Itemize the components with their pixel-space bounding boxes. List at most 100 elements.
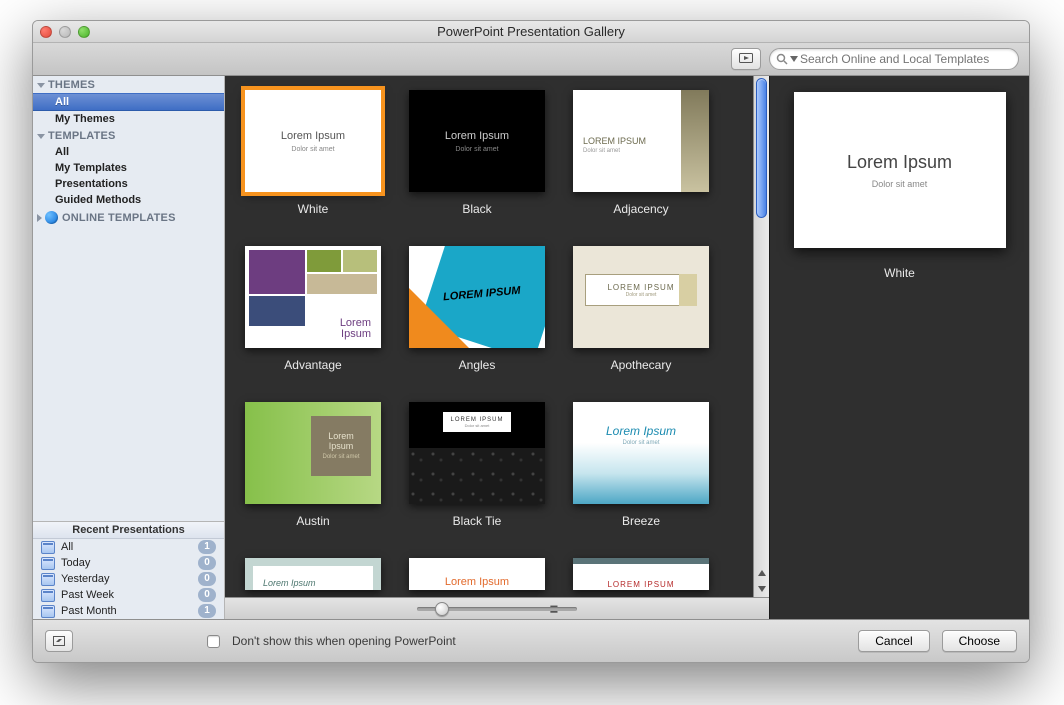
preview-thumbnail: Lorem Ipsum Dolor sit amet (794, 92, 1006, 248)
recent-item-past-week[interactable]: Past Week 0 (33, 587, 224, 603)
calendar-icon (41, 573, 55, 586)
template-thumbnail: LOREM IPSUM (409, 246, 545, 348)
count-badge: 0 (198, 556, 216, 570)
window-title: PowerPoint Presentation Gallery (33, 24, 1029, 39)
calendar-icon (41, 605, 55, 618)
gallery-scrollbar[interactable] (753, 76, 769, 597)
gallery-area: Lorem Ipsum Dolor sit amet White Lorem I… (225, 76, 769, 619)
disclosure-triangle-icon (37, 134, 45, 139)
thumbnail-zoom-bar: ▫ ◼ (225, 597, 769, 619)
template-label: Apothecary (611, 358, 672, 372)
template-black[interactable]: Lorem Ipsum Dolor sit amet Black (405, 90, 549, 216)
panel-toggle-icon (53, 636, 65, 646)
template-label: Black Tie (453, 514, 502, 528)
template-label: Breeze (622, 514, 660, 528)
template-partial-2[interactable]: Lorem Ipsum (405, 558, 549, 590)
template-breeze[interactable]: Lorem Ipsum Dolor sit amet Breeze (569, 402, 713, 528)
globe-icon (45, 211, 58, 224)
recent-item-past-month[interactable]: Past Month 1 (33, 603, 224, 619)
template-partial-1[interactable]: Lorem Ipsum (241, 558, 385, 590)
count-badge: 0 (198, 588, 216, 602)
online-templates-section-header[interactable]: ONLINE TEMPLATES (33, 208, 224, 226)
scroll-up-button[interactable] (754, 565, 769, 581)
panel-toggle-button[interactable] (45, 630, 73, 652)
search-menu-chevron-icon[interactable] (790, 56, 798, 62)
zoom-button[interactable] (78, 26, 90, 38)
sidebar: THEMES All My Themes TEMPLATES All My Te… (33, 76, 225, 619)
template-grid: Lorem Ipsum Dolor sit amet White Lorem I… (225, 76, 753, 597)
template-thumbnail: LOREM IPSUM (573, 558, 709, 590)
template-thumbnail: LoremIpsumDolor sit amet (245, 402, 381, 504)
preview-subtitle-text: Dolor sit amet (872, 179, 928, 189)
template-apothecary[interactable]: LOREM IPSUMDolor sit amet Apothecary (569, 246, 713, 372)
dont-show-checkbox[interactable] (207, 635, 220, 648)
sidebar-item-templates-all[interactable]: All (33, 144, 224, 160)
dont-show-label: Don't show this when opening PowerPoint (232, 634, 456, 648)
template-thumbnail: Lorem Ipsum Dolor sit amet (573, 402, 709, 504)
online-templates-header-label: ONLINE TEMPLATES (62, 212, 176, 224)
scrollbar-thumb[interactable] (756, 78, 767, 218)
template-white[interactable]: Lorem Ipsum Dolor sit amet White (241, 90, 385, 216)
recent-item-today[interactable]: Today 0 (33, 555, 224, 571)
sidebar-item-themes-all[interactable]: All (33, 93, 224, 111)
content: THEMES All My Themes TEMPLATES All My Te… (33, 76, 1029, 619)
themes-section-header[interactable]: THEMES (33, 76, 224, 93)
toolbar (33, 43, 1029, 76)
template-adjacency[interactable]: Lorem Ipsum Dolor sit amet Adjacency (569, 90, 713, 216)
slideshow-icon (739, 53, 753, 65)
preview-label: White (884, 266, 915, 280)
close-button[interactable] (40, 26, 52, 38)
preview-title-text: Lorem Ipsum (847, 152, 952, 173)
template-thumbnail: LOREM IPSUMDolor sit amet (409, 402, 545, 504)
template-thumbnail: LOREM IPSUMDolor sit amet (573, 246, 709, 348)
calendar-icon (41, 557, 55, 570)
count-badge: 1 (198, 604, 216, 618)
minimize-button[interactable] (59, 26, 71, 38)
calendar-icon (41, 589, 55, 602)
sidebar-item-guided-methods[interactable]: Guided Methods (33, 192, 224, 208)
search-field[interactable] (769, 48, 1019, 70)
themes-header-label: THEMES (48, 79, 95, 91)
search-input[interactable] (800, 52, 1012, 66)
template-advantage[interactable]: LoremIpsum Advantage (241, 246, 385, 372)
recent-presentations-panel: Recent Presentations All 1 Today 0 Yeste… (33, 521, 224, 619)
template-thumbnail: Lorem Ipsum (409, 558, 545, 590)
sidebar-item-presentations[interactable]: Presentations (33, 176, 224, 192)
sidebar-item-my-themes[interactable]: My Themes (33, 111, 224, 127)
templates-header-label: TEMPLATES (48, 130, 116, 142)
template-thumbnail: Lorem Ipsum Dolor sit amet (409, 90, 545, 192)
scroll-down-button[interactable] (754, 581, 769, 597)
template-label: White (298, 202, 329, 216)
templates-section-header[interactable]: TEMPLATES (33, 127, 224, 144)
disclosure-triangle-icon (37, 83, 45, 88)
disclosure-triangle-icon (37, 214, 42, 222)
recent-item-all[interactable]: All 1 (33, 539, 224, 555)
gallery-window: PowerPoint Presentation Gallery THEMES A… (32, 20, 1030, 663)
traffic-lights (40, 26, 90, 38)
template-thumbnail: Lorem Ipsum Dolor sit amet (573, 90, 709, 192)
count-badge: 1 (198, 540, 216, 554)
bottom-bar: Don't show this when opening PowerPoint … (33, 619, 1029, 662)
slideshow-button[interactable] (731, 48, 761, 70)
template-black-tie[interactable]: LOREM IPSUMDolor sit amet Black Tie (405, 402, 549, 528)
template-angles[interactable]: LOREM IPSUM Angles (405, 246, 549, 372)
calendar-icon (41, 541, 55, 554)
template-label: Advantage (284, 358, 341, 372)
sidebar-item-my-templates[interactable]: My Templates (33, 160, 224, 176)
preview-panel: Lorem Ipsum Dolor sit amet White (769, 76, 1029, 619)
template-label: Adjacency (613, 202, 668, 216)
template-austin[interactable]: LoremIpsumDolor sit amet Austin (241, 402, 385, 528)
template-label: Black (462, 202, 491, 216)
template-label: Austin (296, 514, 329, 528)
titlebar[interactable]: PowerPoint Presentation Gallery (33, 21, 1029, 43)
template-thumbnail: Lorem Ipsum (245, 558, 381, 590)
choose-button[interactable]: Choose (942, 630, 1017, 652)
template-thumbnail: LoremIpsum (245, 246, 381, 348)
recent-presentations-header: Recent Presentations (33, 522, 224, 539)
template-partial-3[interactable]: LOREM IPSUM (569, 558, 713, 590)
recent-item-yesterday[interactable]: Yesterday 0 (33, 571, 224, 587)
count-badge: 0 (198, 572, 216, 586)
zoom-slider-knob[interactable] (435, 602, 449, 616)
cancel-button[interactable]: Cancel (858, 630, 929, 652)
template-thumbnail: Lorem Ipsum Dolor sit amet (245, 90, 381, 192)
